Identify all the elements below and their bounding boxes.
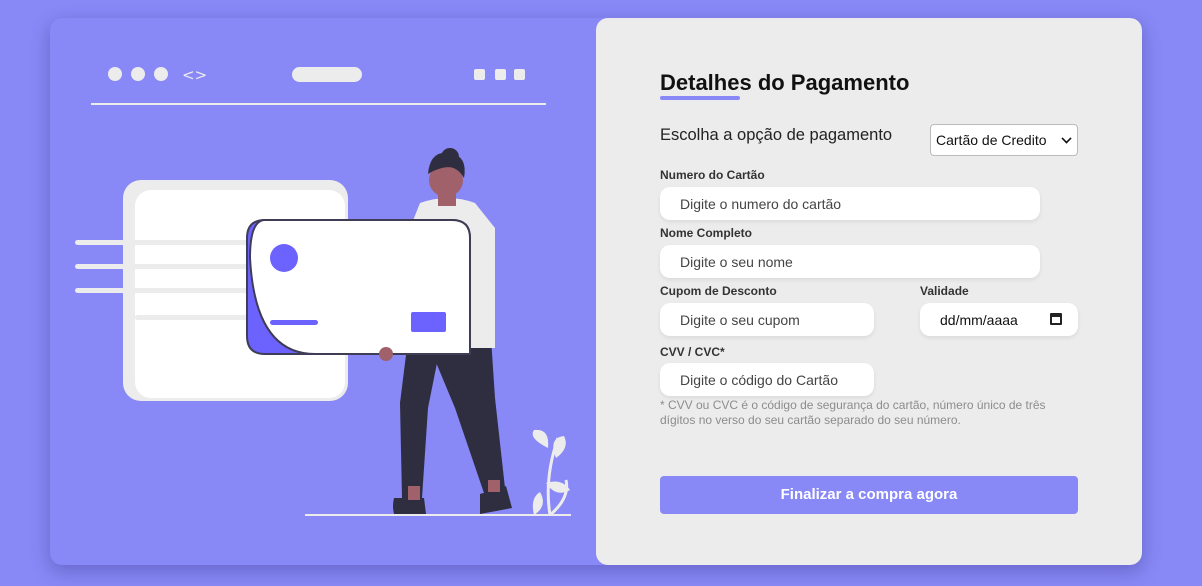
code-brackets-icon: <>	[182, 66, 207, 84]
full-name-label: Nome Completo	[660, 226, 753, 240]
hand	[379, 347, 393, 361]
validity-placeholder: dd/mm/aaaa	[940, 312, 1018, 328]
browser-window-controls-icon	[108, 67, 168, 81]
address-bar	[292, 67, 362, 82]
page-title: Detalhes do Pagamento	[660, 70, 910, 95]
cvv-label: CVV / CVC*	[660, 345, 725, 359]
card-number-placeholder: Digite o numero do cartão	[680, 196, 842, 212]
coupon-label: Cupom de Desconto	[660, 284, 777, 298]
payment-option-select[interactable]: Cartão de Credito	[930, 124, 1078, 156]
cvv-input[interactable]: Digite o código do Cartão	[660, 363, 874, 396]
calendar-icon[interactable]	[1050, 313, 1062, 325]
card-number-label: Numero do Cartão	[660, 168, 765, 182]
credit-card-icon	[246, 219, 471, 355]
submit-purchase-button[interactable]: Finalizar a compra agora	[660, 476, 1078, 514]
cvv-placeholder: Digite o código do Cartão	[680, 372, 838, 388]
validity-label: Validade	[920, 284, 969, 298]
coupon-placeholder: Digite o seu cupom	[680, 312, 800, 328]
coupon-input[interactable]: Digite o seu cupom	[660, 303, 874, 336]
cvv-help-note: * CVV ou CVC é o código de segurança do …	[660, 398, 1046, 427]
full-name-placeholder: Digite o seu nome	[680, 254, 793, 270]
validity-date-input[interactable]: dd/mm/aaaa	[920, 303, 1078, 336]
payment-option-value: Cartão de Credito	[936, 132, 1047, 148]
full-name-input[interactable]: Digite o seu nome	[660, 245, 1040, 278]
checkout-card: <> Detalhes do Pagamento Escolha a opção…	[50, 18, 1142, 565]
plant-icon	[532, 429, 570, 517]
card-number-input[interactable]: Digite o numero do cartão	[660, 187, 1040, 220]
payment-illustration: <>	[75, 66, 571, 517]
chevron-down-icon	[1061, 133, 1072, 144]
payment-form-panel: Detalhes do Pagamento Escolha a opção de…	[596, 18, 1142, 565]
browser-menu-icon	[474, 69, 525, 80]
document-line	[135, 315, 255, 320]
title-underline	[660, 96, 740, 100]
payment-option-label: Escolha a opção de pagamento	[660, 126, 893, 144]
